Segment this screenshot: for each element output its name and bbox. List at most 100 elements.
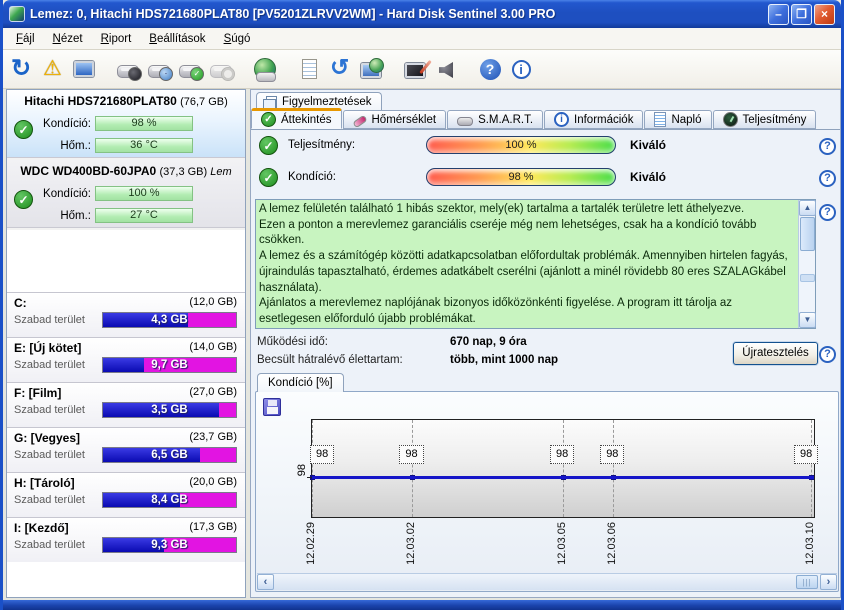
save-chart-icon[interactable] [263,398,281,416]
tab-label: Hőmérséklet [371,113,437,126]
minimize-button[interactable]: – [768,3,789,25]
status-ok-icon [14,190,33,209]
menu-item-riport[interactable]: Riport [92,30,141,48]
tab-napl[interactable]: Napló [644,110,712,129]
gauge-label: Kondíció: [288,171,336,183]
sound-icon [439,62,453,78]
toolbar-button-network[interactable] [356,54,386,84]
tab-smart[interactable]: S.M.A.R.T. [447,110,544,129]
scroll-right-button[interactable]: › [820,574,837,590]
title-bar[interactable]: Lemez: 0, Hitachi HDS721680PLAT80 [PV520… [3,0,841,28]
partition-item[interactable]: F: [Film] (27,0 GB) Szabad terület 3,5 GB [7,382,245,427]
chart-point-label: 98 [550,445,575,464]
toolbar-button-help[interactable] [475,54,505,84]
partition-free-row: Szabad terület 9,7 GB [7,355,245,373]
tab-informcik[interactable]: Információk [544,110,644,129]
chart-scrollbar-thumb[interactable]: ||| [796,575,818,589]
toolbar-button-disk-clock[interactable] [144,54,174,84]
free-space-value: 8,4 GB [151,494,188,506]
partition-size: (14,0 GB) [189,341,237,353]
toolbar-button-refresh[interactable] [7,54,37,84]
gauge-rating: Kiváló [630,138,667,152]
partition-name: H: [Tároló] [14,476,75,490]
partition-name: G: [Vegyes] [14,431,81,445]
help-icon-condition[interactable] [819,170,836,187]
tab-alerts-label: Figyelmeztetések [282,96,372,108]
toolbar-group [7,54,99,84]
disk-search-icon [210,64,235,81]
partition-item[interactable]: G: [Vegyes] (23,7 GB) Szabad terület 6,5 GB [7,427,245,472]
chart-tab-condition[interactable]: Kondíció [%] [257,373,344,392]
free-space-bar: 9,7 GB [102,357,237,373]
app-icon [9,6,25,22]
chart-gridline [613,420,615,517]
test-monitor-icon [405,63,425,78]
toolbar [3,50,841,89]
disk-size: (37,3 GB) [159,166,211,178]
partition-item[interactable]: I: [Kezdő] (17,3 GB) Szabad terület 9,3 GB [7,517,245,562]
toolbar-button-disk-gauge[interactable] [113,54,143,84]
free-space-label: Szabad terület [14,494,85,506]
help-icon-performance[interactable] [819,138,836,155]
partition-header: G: [Vegyes] (23,7 GB) [7,428,245,445]
scrollbar-thumb[interactable] [800,217,815,251]
tab-ttekints[interactable]: Áttekintés [251,108,342,129]
toolbar-button-world-disk[interactable] [250,54,280,84]
toolbar-button-sound[interactable] [431,54,461,84]
help-icon-retest[interactable] [819,346,836,363]
partition-name: I: [Kezdő] [14,521,69,535]
disk-item[interactable]: WDC WD400BD-60JPA0 (37,3 GB) LemKondíció… [7,160,245,230]
menu-item-sg[interactable]: Súgó [215,30,260,48]
pages-icon [263,95,277,114]
toolbar-button-display[interactable] [69,54,99,84]
condition-label: Kondíció: [43,117,91,130]
menu-item-fjl[interactable]: Fájl [7,30,44,48]
menu-bar: Fájl Nézet Riport Beállítások Súgó [3,28,841,50]
partition-size: (12,0 GB) [189,296,237,308]
toolbar-button-alerts[interactable] [38,54,68,84]
partition-item[interactable]: E: [Új kötet] (14,0 GB) Szabad terület 9,7 … [7,337,245,382]
help-icon-message[interactable] [819,204,836,221]
chart-scrollbar[interactable]: ‹ ||| › [257,573,837,590]
toolbar-group [400,54,461,84]
scroll-up-button[interactable]: ▲ [799,200,816,216]
partition-size: (23,7 GB) [189,431,237,443]
gauge-value: 100 % [505,139,537,151]
scroll-left-button[interactable]: ‹ [257,574,274,590]
toolbar-button-info[interactable] [506,54,536,84]
chart-panel: 98 98 98 98 98 98 12.02.29 12.03.02 12.03.05 12.… [255,391,839,592]
report-icon [301,59,317,79]
free-space-bar: 4,3 GB [102,312,237,328]
maximize-button[interactable]: ❒ [791,3,812,25]
chart-y-tick: 98 [296,464,308,477]
main-panel: Figyelmeztetések Áttekintés Hőmérséklet S.… [250,89,841,598]
tab-hmrsklet[interactable]: Hőmérséklet [342,110,447,129]
partition-item[interactable]: C: (12,0 GB) Szabad terület 4,3 GB [7,292,245,337]
free-space-label: Szabad terület [14,359,85,371]
partition-free-row: Szabad terület 3,5 GB [7,400,245,418]
tab-label: Napló [671,113,702,126]
free-space-bar: 6,5 GB [102,447,237,463]
message-scrollbar[interactable]: ▲ ▼ [798,200,816,328]
toolbar-button-test-monitor[interactable] [400,54,430,84]
chart-x-label: 12.03.06 [606,522,619,565]
toolbar-button-sync[interactable] [325,54,355,84]
tab-teljestmny[interactable]: Teljesítmény [712,110,817,129]
condition-label: Kondíció: [43,187,91,200]
retest-button[interactable]: Újratesztelés [733,342,818,365]
menu-item-belltsok[interactable]: Beállítások [140,30,214,48]
toolbar-group [294,54,386,84]
toolbar-button-report[interactable] [294,54,324,84]
toolbar-button-disk-search[interactable] [206,54,236,84]
chart-point-label: 98 [310,445,335,464]
disk-item[interactable]: Hitachi HDS721680PLAT80 (76,7 GB) Kondíc… [7,90,245,160]
menu-item-nzet[interactable]: Nézet [44,30,92,48]
gauge-rating: Kiváló [630,170,667,184]
partition-header: I: [Kezdő] (17,3 GB) [7,518,245,535]
disk-condition-row: Kondíció: 100 % [41,183,245,204]
scroll-down-button[interactable]: ▼ [799,312,816,328]
disk-sidebar: Hitachi HDS721680PLAT80 (76,7 GB) Kondíc… [6,89,246,598]
partition-item[interactable]: H: [Tároló] (20,0 GB) Szabad terület 8,4 GB [7,472,245,517]
close-button[interactable]: × [814,3,835,25]
toolbar-button-disk-ok[interactable] [175,54,205,84]
